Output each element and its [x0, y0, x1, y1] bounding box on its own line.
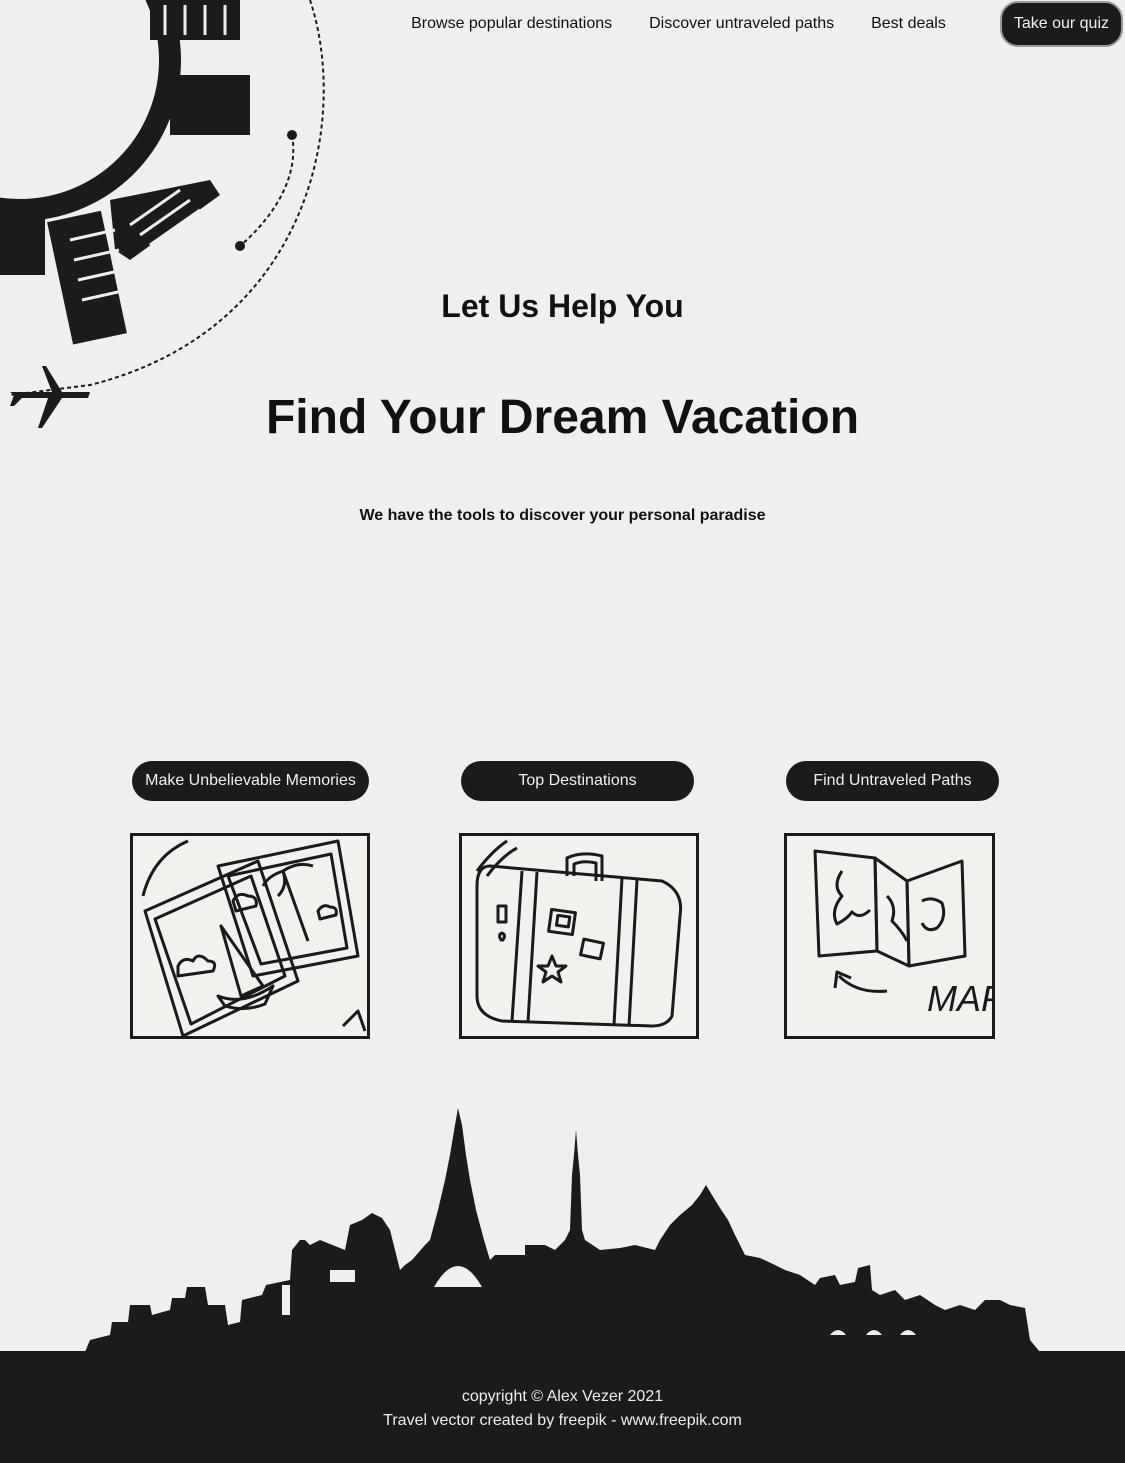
site-footer: copyright © Alex Vezer 2021 Travel vecto…: [0, 1351, 1125, 1463]
top-navigation: Browse popular destinations Discover unt…: [411, 0, 1125, 48]
credit-text: Travel vector created by freepik - www.f…: [383, 1412, 742, 1429]
suitcase-icon: [475, 839, 683, 1028]
copyright-text: copyright © Alex Vezer 2021: [461, 1388, 664, 1405]
map-label: MAP: [927, 978, 992, 1019]
memories-button[interactable]: Make Unbelievable Memories: [132, 761, 369, 801]
hero-tagline: We have the tools to discover your perso…: [359, 507, 766, 524]
nav-link-untraveled-paths[interactable]: Discover untraveled paths: [649, 16, 834, 32]
globe-landmarks-illustration: [0, 0, 325, 428]
map-icon: MAP: [813, 849, 992, 1019]
untraveled-paths-card[interactable]: MAP: [784, 833, 995, 1039]
take-quiz-button[interactable]: Take our quiz: [999, 1, 1123, 47]
photos-icon: [141, 839, 367, 1036]
memories-card[interactable]: [130, 833, 370, 1039]
untraveled-paths-button[interactable]: Find Untraveled Paths: [786, 761, 999, 801]
hero-subtitle: Let Us Help You: [441, 288, 684, 324]
city-skyline-illustration: [85, 1108, 1040, 1352]
top-destinations-button[interactable]: Top Destinations: [461, 761, 694, 801]
hero-title: Find Your Dream Vacation: [265, 391, 860, 444]
destinations-card[interactable]: [459, 833, 699, 1039]
nav-link-browse-destinations[interactable]: Browse popular destinations: [411, 16, 612, 32]
nav-link-best-deals[interactable]: Best deals: [871, 16, 946, 32]
